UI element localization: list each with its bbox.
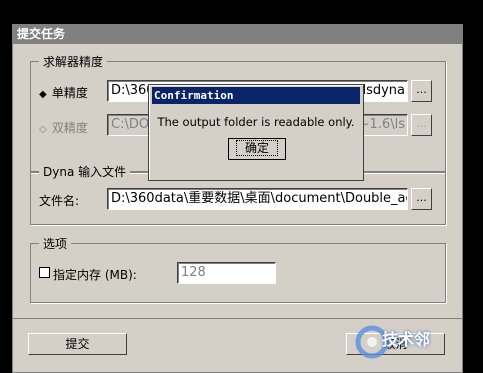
ok-button-label: 确定 xyxy=(235,140,278,156)
window-title: 提交任务 xyxy=(13,25,462,44)
single-precision-label: 单精度 xyxy=(51,86,88,100)
memory-input: 128 xyxy=(177,262,276,284)
radio-unselected-icon: ◇ xyxy=(39,124,47,135)
double-solver-browse-button: ... xyxy=(411,114,432,136)
single-precision-radio[interactable]: ◆ 单精度 xyxy=(39,84,88,101)
dyna-input-title: Dyna 输入文件 xyxy=(39,163,131,180)
submit-button[interactable]: 提交 xyxy=(28,333,127,355)
watermark-logo: 技术邻 xyxy=(352,318,483,371)
options-title: 选项 xyxy=(39,235,72,252)
double-precision-radio[interactable]: ◇ 双精度 xyxy=(39,119,88,136)
double-precision-label: 双精度 xyxy=(51,121,88,135)
file-name-label: 文件名: xyxy=(39,194,80,208)
ok-button[interactable]: 确定 xyxy=(228,138,286,160)
dialog-message: The output folder is readable only. xyxy=(157,115,355,129)
input-file-browse-button[interactable]: ... xyxy=(411,188,432,210)
input-file-path-field[interactable]: D:\360data\重要数据\桌面\document\Double_ac xyxy=(107,188,408,210)
solver-precision-title: 求解器精度 xyxy=(39,53,108,70)
watermark-text: 技术邻 xyxy=(382,330,431,349)
dialog-title: Confirmation xyxy=(152,87,360,104)
specify-memory-label: 指定内存 (MB): xyxy=(53,268,137,282)
confirmation-dialog: Confirmation The output folder is readab… xyxy=(148,84,364,181)
specify-memory-checkbox[interactable] xyxy=(39,267,50,278)
radio-selected-icon: ◆ xyxy=(39,89,47,100)
single-solver-browse-button[interactable]: ... xyxy=(411,80,432,102)
